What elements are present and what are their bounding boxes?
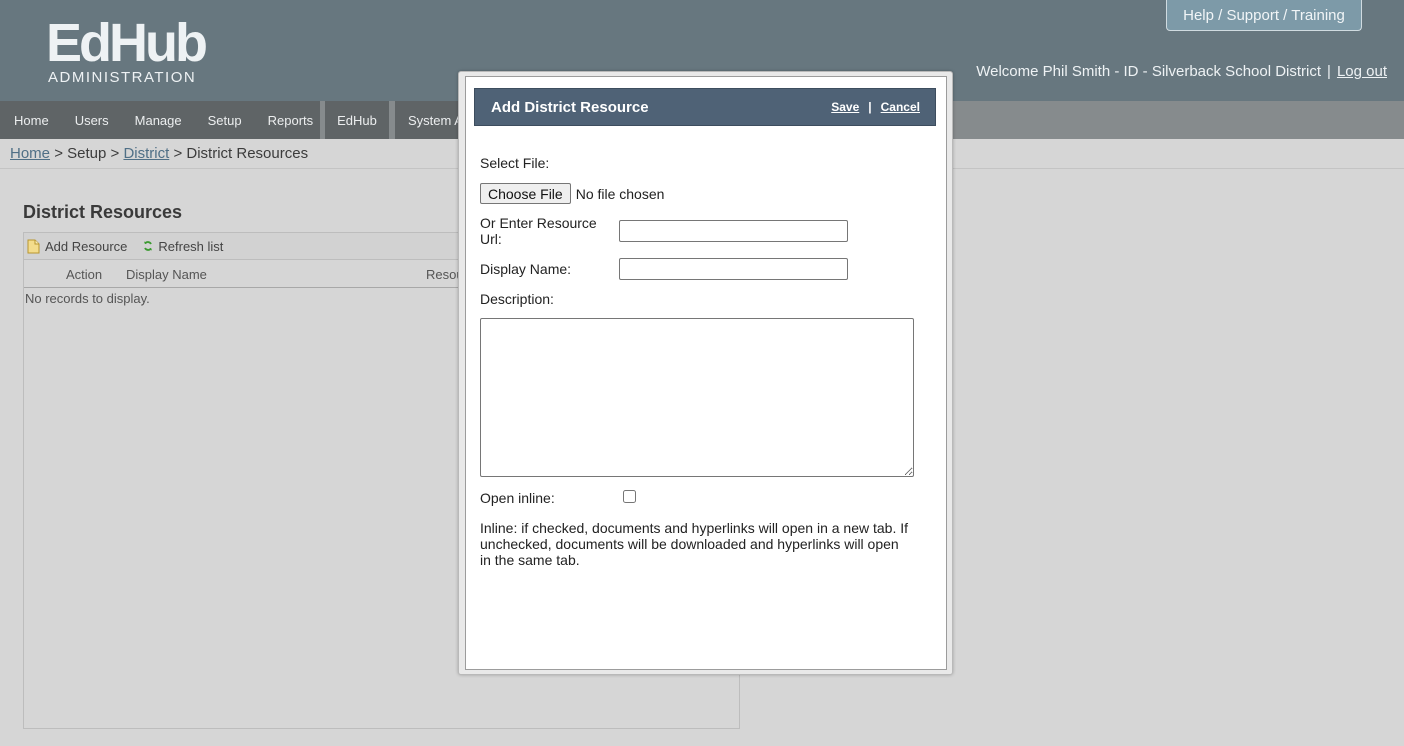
nav-item-home[interactable]: Home bbox=[1, 113, 62, 128]
file-picker: Choose File No file chosen bbox=[480, 183, 664, 204]
refresh-icon bbox=[144, 241, 153, 251]
display-name-label: Display Name: bbox=[480, 261, 572, 277]
action-separator: | bbox=[868, 100, 872, 114]
nav-item-edhub[interactable]: EdHub bbox=[324, 113, 390, 128]
add-resource-button[interactable]: Add Resource bbox=[27, 239, 127, 254]
resource-url-label-line2: Url: bbox=[480, 231, 502, 247]
nav-item-users[interactable]: Users bbox=[62, 113, 122, 128]
breadcrumb-setup: Setup bbox=[67, 145, 107, 162]
cancel-link[interactable]: Cancel bbox=[881, 100, 920, 114]
description-label: Description: bbox=[480, 291, 554, 307]
modal-title: Add District Resource bbox=[491, 99, 649, 116]
modal-title-bar: Add District Resource Save | Cancel bbox=[474, 88, 936, 126]
column-header-action[interactable]: Action bbox=[66, 267, 102, 282]
nav-group-main: Home Users Manage Setup Reports bbox=[0, 101, 320, 139]
logout-link[interactable]: Log out bbox=[1337, 63, 1387, 80]
add-resource-label: Add Resource bbox=[45, 238, 128, 254]
breadcrumb-current: District Resources bbox=[186, 145, 309, 162]
save-link[interactable]: Save bbox=[831, 100, 859, 114]
welcome-bar: Welcome Phil Smith - ID - Silverback Sch… bbox=[976, 63, 1387, 80]
resource-url-label-line1: Or Enter Resource bbox=[480, 215, 597, 231]
nav-group-edhub: EdHub bbox=[325, 101, 389, 139]
open-inline-checkbox[interactable] bbox=[623, 490, 636, 503]
no-file-chosen-text: No file chosen bbox=[575, 185, 665, 202]
choose-file-button[interactable]: Choose File bbox=[480, 183, 571, 204]
breadcrumb-home-link[interactable]: Home bbox=[10, 145, 50, 162]
refresh-list-label: Refresh list bbox=[158, 238, 224, 254]
logo-main-text: EdHub bbox=[46, 13, 208, 73]
modal-actions: Save | Cancel bbox=[831, 100, 920, 114]
edhub-logo[interactable]: EdHub ADMINISTRATION bbox=[46, 13, 208, 86]
add-district-resource-modal: Add District Resource Save | Cancel Select… bbox=[458, 71, 953, 675]
logo-sub-text: ADMINISTRATION bbox=[48, 69, 197, 86]
refresh-list-button[interactable]: Refresh list bbox=[143, 239, 223, 254]
breadcrumb-separator: > bbox=[54, 145, 63, 162]
nav-item-setup[interactable]: Setup bbox=[195, 113, 255, 128]
document-add-icon bbox=[27, 239, 40, 253]
breadcrumb-district-link[interactable]: District bbox=[123, 145, 169, 162]
inline-help-text: Inline: if checked, documents and hyperl… bbox=[480, 520, 909, 568]
open-inline-label: Open inline: bbox=[480, 490, 555, 506]
nav-item-manage[interactable]: Manage bbox=[122, 113, 195, 128]
display-name-input[interactable] bbox=[619, 258, 848, 280]
modal-body: Add District Resource Save | Cancel Select… bbox=[465, 76, 947, 670]
breadcrumb-separator: > bbox=[110, 145, 120, 162]
column-header-display-name[interactable]: Display Name bbox=[126, 267, 207, 282]
nav-item-reports[interactable]: Reports bbox=[255, 113, 327, 128]
welcome-separator: | bbox=[1327, 63, 1331, 80]
page-title: District Resources bbox=[23, 202, 183, 222]
breadcrumb-separator: > bbox=[173, 145, 183, 162]
resource-url-input[interactable] bbox=[619, 220, 848, 242]
welcome-text: Welcome Phil Smith - ID - Silverback Sch… bbox=[976, 63, 1322, 80]
description-textarea[interactable] bbox=[480, 318, 914, 477]
select-file-label: Select File: bbox=[480, 155, 550, 171]
help-support-training-button[interactable]: Help / Support / Training bbox=[1166, 0, 1362, 31]
resource-url-label: Or Enter Resource Url: bbox=[480, 215, 597, 247]
